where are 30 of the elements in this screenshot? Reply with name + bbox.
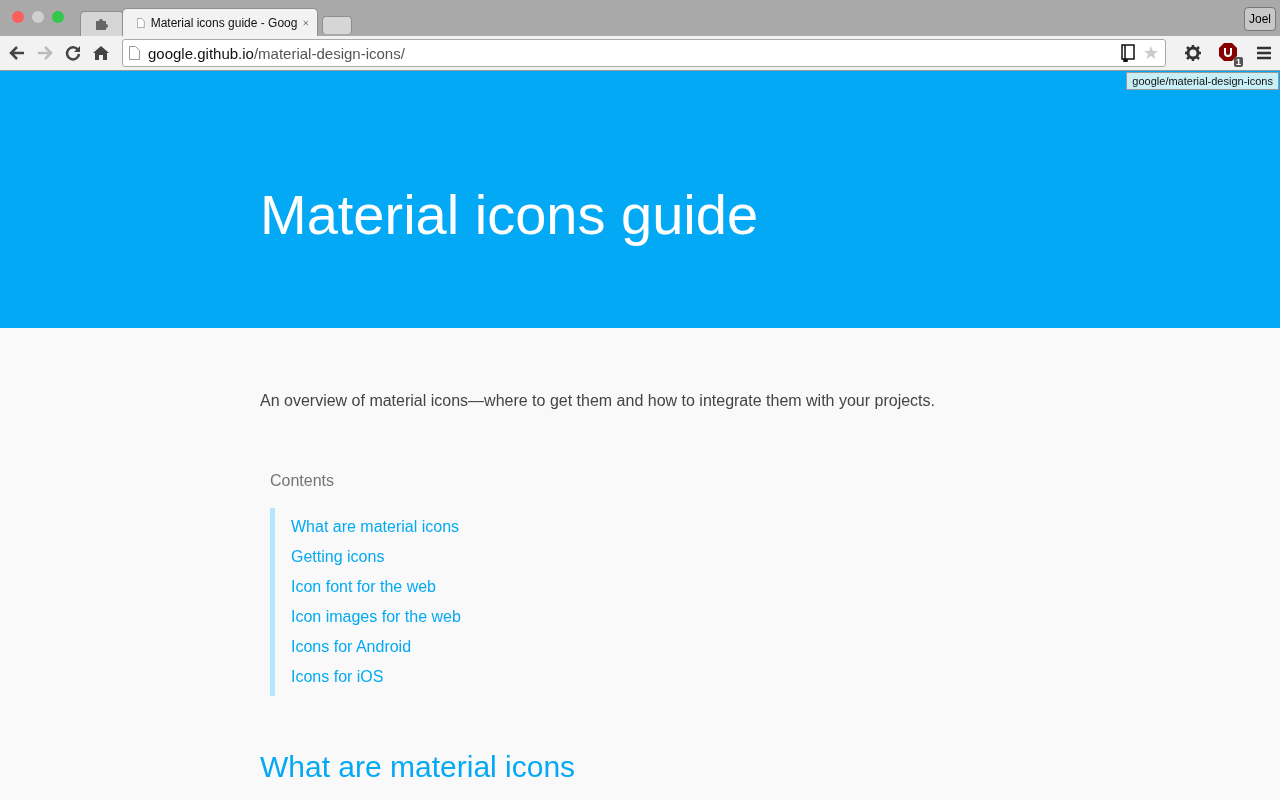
browser-tab[interactable]: Material icons guide - Goog	[122, 8, 318, 36]
star-icon[interactable]	[1143, 45, 1159, 61]
settings-icon[interactable]	[1184, 44, 1202, 62]
browser-tab[interactable]	[80, 11, 124, 36]
book-icon[interactable]	[1121, 44, 1135, 62]
contents-link[interactable]: What are material icons	[291, 512, 461, 542]
profile-button[interactable]: Joel	[1244, 7, 1276, 31]
intro-paragraph: An overview of material icons—where to get them and how to integrate them with your projects.	[260, 392, 936, 410]
contents-link[interactable]: Icon font for the web	[291, 572, 461, 602]
shield-extension-icon[interactable]	[1218, 42, 1238, 62]
section-heading: What are material icons	[260, 750, 577, 784]
home-icon[interactable]	[92, 44, 110, 62]
page-icon	[129, 46, 140, 60]
url-text: google.github.io/material-design-icons/	[148, 44, 405, 62]
address-bar[interactable]: google.github.io/material-design-icons/	[122, 39, 1166, 67]
menu-icon[interactable]	[1256, 45, 1272, 61]
page-icon	[137, 15, 145, 30]
back-arrow-icon[interactable]	[8, 44, 26, 62]
close-tab-icon[interactable]	[303, 18, 309, 27]
contents-link[interactable]: Icons for iOS	[291, 662, 461, 692]
contents-link[interactable]: Icons for Android	[291, 632, 461, 662]
tab-title: Material icons guide - Goog	[150, 15, 298, 30]
contents-link[interactable]: Icon images for the web	[291, 602, 461, 632]
contents-link[interactable]: Getting icons	[291, 542, 461, 572]
contents-heading: Contents	[270, 472, 336, 490]
page-title: Material icons guide	[260, 182, 759, 247]
reload-icon[interactable]	[64, 44, 82, 62]
extension-badge: 1	[1234, 57, 1243, 67]
tooltip: google/material-design-icons	[1126, 72, 1279, 90]
puzzle-piece-icon	[95, 17, 109, 31]
